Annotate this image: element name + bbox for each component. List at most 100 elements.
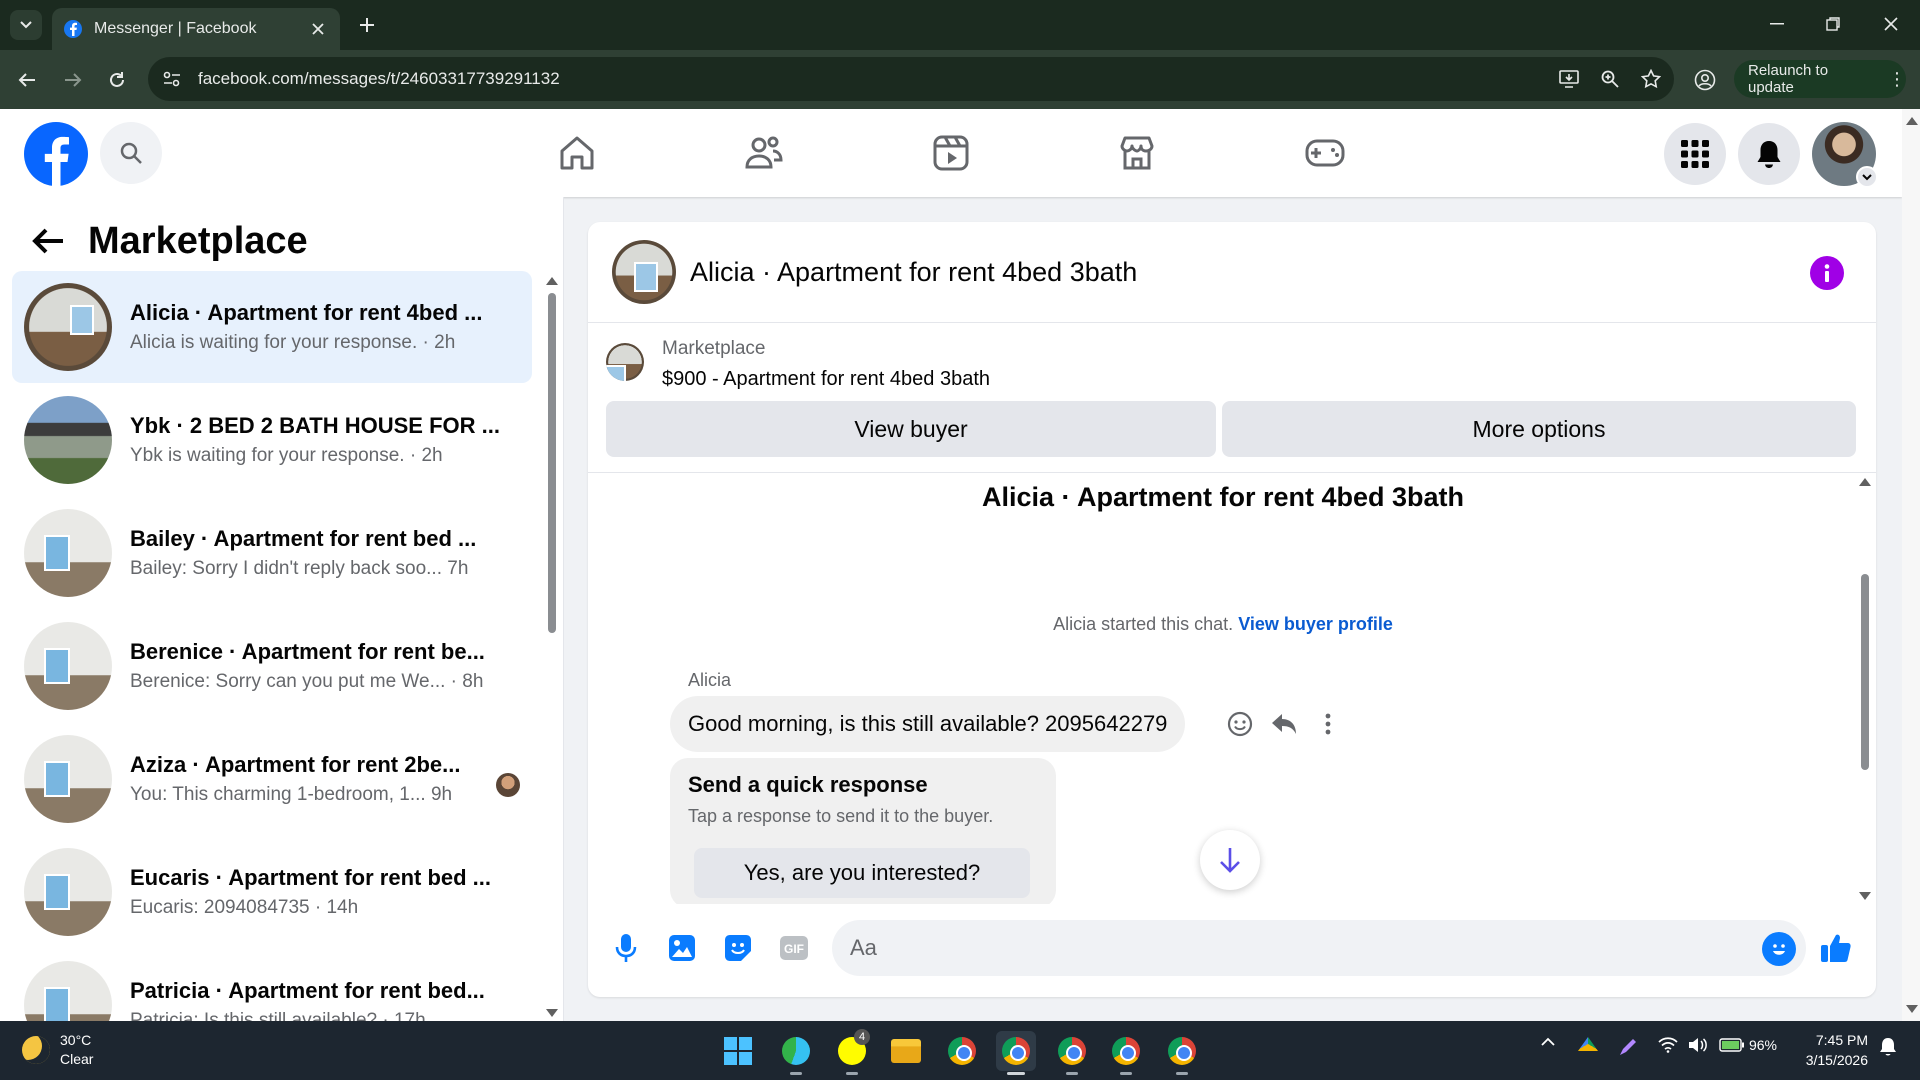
browser-toolbar: facebook.com/messages/t/2460331773929113… [0,50,1920,109]
menu-button[interactable] [1664,123,1726,185]
battery-button[interactable]: 96% [1716,1037,1780,1053]
more-actions-button[interactable] [1312,708,1344,740]
facebook-logo-icon[interactable] [24,122,88,186]
voice-clip-button[interactable] [608,930,644,966]
taskbar-chrome-profile-3[interactable] [1106,1031,1146,1075]
taskbar-chrome-profile-2[interactable] [1052,1031,1092,1075]
notification-center-button[interactable] [1874,1037,1902,1057]
nav-gaming[interactable] [1232,109,1418,197]
gif-button[interactable]: GIF [776,930,812,966]
nav-friends[interactable] [670,109,856,197]
notifications-button[interactable] [1738,123,1800,185]
quick-response-button[interactable]: Yes, are you interested? [694,848,1030,898]
taskbar-chrome-profile-1[interactable] [996,1031,1036,1075]
chat-listing-avatar[interactable] [612,240,676,304]
sticker-icon [725,935,751,961]
taskbar-edge[interactable] [776,1031,816,1075]
chat-scrollbar[interactable] [1858,474,1872,904]
start-button[interactable] [718,1031,758,1071]
sticker-button[interactable] [720,930,756,966]
scroll-up-icon[interactable] [1906,117,1918,125]
tray-pen-icon[interactable] [1616,1037,1640,1057]
nav-home[interactable] [484,109,670,197]
new-tab-button[interactable] [352,10,382,40]
message-input[interactable] [832,920,1806,976]
scrollbar-thumb[interactable] [548,293,556,633]
system-clock[interactable]: 7:45 PM 3/15/2026 [1790,1030,1868,1070]
close-tab-icon[interactable] [308,19,328,39]
listing-source: Marketplace [662,338,766,359]
conversation-item[interactable]: Aziza · Apartment for rent 2be... You: T… [12,723,532,835]
taskbar-chrome[interactable] [942,1031,982,1071]
smiley-icon [1227,711,1253,737]
view-buyer-profile-link[interactable]: View buyer profile [1238,614,1393,634]
relaunch-label: Relaunch to update [1748,62,1829,96]
forward-button[interactable] [56,63,90,97]
browser-tab[interactable]: Messenger | Facebook [52,8,340,50]
conversation-item[interactable]: Eucaris · Apartment for rent bed ... Euc… [12,836,532,948]
info-button[interactable] [1810,256,1844,290]
conversation-name: Patricia · Apartment for rent bed... [130,978,485,1003]
conversation-item[interactable]: Alicia · Apartment for rent 4bed ... Ali… [12,271,532,383]
reload-button[interactable] [100,63,134,97]
taskbar-file-explorer[interactable] [886,1031,926,1071]
back-button[interactable] [10,63,44,97]
chat-title[interactable]: Alicia · Apartment for rent 4bed 3bath [690,257,1137,288]
attach-photo-button[interactable] [664,930,700,966]
scroll-down-icon[interactable] [1906,1005,1918,1013]
account-chevron-icon[interactable] [1856,166,1878,188]
bookmark-star-icon[interactable] [1633,61,1669,97]
tray-app-icon[interactable] [1576,1037,1600,1051]
listing-thumbnail [24,735,112,823]
smiley-icon [1773,944,1785,955]
listing-price-title[interactable]: $900 - Apartment for rent 4bed 3bath [662,368,990,391]
back-arrow-button[interactable] [24,217,72,265]
address-bar[interactable]: facebook.com/messages/t/2460331773929113… [148,57,1674,101]
show-hidden-icons-button[interactable] [1538,1037,1558,1046]
facebook-search-button[interactable] [100,122,162,184]
chevron-up-icon [1541,1037,1555,1046]
friends-icon [745,136,783,169]
like-button[interactable] [1818,930,1854,966]
message-bubble[interactable]: Good morning, is this still available? 2… [670,696,1186,752]
page-scrollbar[interactable] [1902,109,1920,1021]
listing-thumbnail [24,283,112,371]
emoji-button[interactable] [1762,932,1796,966]
relaunch-update-button[interactable]: Relaunch to update ⋮ [1734,60,1906,98]
gif-icon: GIF [780,936,808,960]
site-settings-icon[interactable] [154,61,190,97]
scroll-down-icon[interactable] [546,1009,558,1017]
conversation-item[interactable]: Ybk · 2 BED 2 BATH HOUSE FOR ... Ybk is … [12,384,532,496]
scroll-down-icon[interactable] [1859,892,1871,900]
close-window-button[interactable] [1866,8,1916,40]
taskbar-chrome-profile-4[interactable] [1162,1031,1202,1075]
taskbar-snapchat[interactable]: 4 [832,1029,872,1075]
tab-search-button[interactable] [10,10,42,40]
wifi-button[interactable] [1656,1037,1680,1053]
minimize-button[interactable] [1752,8,1802,40]
scrollbar-thumb[interactable] [1861,574,1869,770]
conversation-preview: Bailey: Sorry I didn't reply back soo...… [130,558,469,579]
scroll-up-icon[interactable] [546,277,558,285]
listing-thumbnail[interactable] [606,343,644,381]
nav-marketplace[interactable] [1044,109,1230,197]
conversation-item[interactable]: Patricia · Apartment for rent bed... Pat… [12,949,532,1021]
zoom-icon[interactable] [1592,61,1628,97]
more-options-button[interactable]: More options [1222,401,1856,457]
install-app-icon[interactable] [1551,61,1587,97]
volume-button[interactable] [1686,1037,1710,1053]
weather-widget[interactable]: 30°C Clear [22,1031,93,1069]
nav-video[interactable] [858,109,1044,197]
scroll-to-bottom-button[interactable] [1200,830,1260,890]
view-buyer-button[interactable]: View buyer [606,401,1216,457]
browser-profile-button[interactable] [1688,63,1722,97]
conversation-item[interactable]: Berenice · Apartment for rent be... Bere… [12,610,532,722]
conversation-item[interactable]: Bailey · Apartment for rent bed ... Bail… [12,497,532,609]
inbox-scrollbar[interactable] [546,277,558,1017]
react-button[interactable] [1224,708,1256,740]
restore-button[interactable] [1808,8,1858,40]
profile-icon [1694,69,1716,91]
chat-started-notice: Alicia started this chat. View buyer pro… [588,614,1858,635]
reply-button[interactable] [1268,708,1300,740]
scroll-up-icon[interactable] [1859,478,1871,486]
